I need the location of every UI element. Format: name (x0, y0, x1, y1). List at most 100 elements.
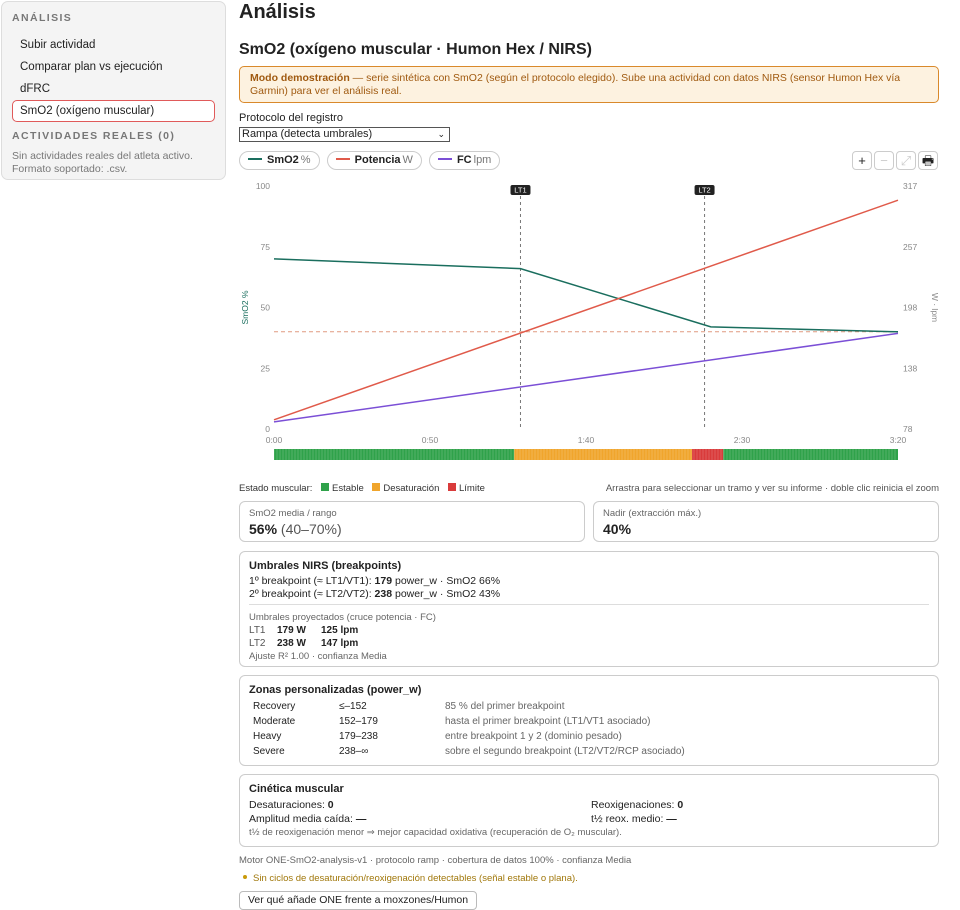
smo2-chart[interactable]: 100 75 50 25 0 317 257 198 138 78 0:00 0:50 1:40 2:30… (239, 172, 949, 472)
sidebar-item-upload-activity[interactable]: Subir actividad (12, 34, 215, 56)
y-left-tick-label: 100 (256, 181, 270, 191)
half-label: t½ reox. medio: (591, 813, 667, 825)
series-line-fc (273, 332, 899, 423)
hr-swatch (437, 158, 452, 161)
threshold-marker-label: LT2 (698, 186, 710, 195)
amp-label: Amplitud media caída: (249, 813, 356, 825)
bp2-suffix: power_w · SmO2 43% (392, 587, 501, 600)
zone-desc: entre breakpoint 1 y 2 (dominio pesado) (445, 731, 622, 742)
sidebar-item-smo2[interactable]: SmO2 (oxígeno muscular) (12, 100, 215, 122)
nadir-label: Nadir (extracción máx.) (603, 508, 702, 519)
kinetics-note: t½ de reoxigenación menor ⇒ mejor capaci… (249, 827, 622, 838)
y-right-tick-label: 257 (903, 242, 917, 252)
desaturations: Desaturaciones: 0 (249, 798, 334, 812)
zone-name: Heavy (253, 731, 282, 742)
reox-value: 0 (677, 799, 684, 811)
zone-row: Moderate 152–179 hasta el primer breakpoin… (249, 714, 929, 729)
zone-name: Recovery (253, 701, 296, 712)
chart-hint: Arrastra para seleccionar un tramo y ver… (605, 483, 939, 494)
lt2-name: LT2 (249, 638, 266, 649)
warning-text: Sin ciclos de desaturación/reoxigenación… (253, 873, 578, 884)
sidebar-item-dfrc[interactable]: dFRC (12, 78, 215, 100)
x-tick-label: 0:50 (422, 435, 439, 445)
mean-drop-amplitude: Amplitud media caída: — (249, 812, 366, 826)
zone-range: ≤–152 (339, 701, 367, 712)
threshold-marker-label: LT1 (514, 186, 526, 195)
zone-desc: hasta el primer breakpoint (LT1/VT1 asoc… (445, 716, 651, 727)
sidebar: ANÁLISIS Subir actividad Comparar plan v… (1, 1, 226, 180)
reset-zoom-button[interactable]: ⤢ (896, 151, 916, 170)
sidebar-real-activities-heading: ACTIVIDADES REALES (0) (12, 130, 176, 142)
demo-banner: Modo demostración — serie sintética con … (239, 66, 939, 103)
y-right-tick-label: 198 (903, 303, 917, 313)
status-stable-swatch (321, 483, 330, 492)
y-right-tick-label: 317 (903, 181, 917, 191)
kinetics-title: Cinética muscular (249, 783, 344, 795)
engine-info: Motor ONE-SmO2-analysis-v1 · protocolo r… (239, 855, 632, 866)
legend-toggle-smo2[interactable]: SmO2% (239, 151, 320, 170)
zoom-in-button[interactable]: + (852, 151, 872, 170)
chevron-down-icon: ⌄ (437, 129, 445, 139)
legend-toggle-power[interactable]: Potencia W (326, 151, 422, 170)
kinetics-grid: Desaturaciones: 0 Reoxigenaciones: 0 Amp… (249, 798, 929, 826)
lt2-hr: 147 lpm (321, 638, 359, 649)
power-swatch (335, 158, 350, 161)
nadir-card: Nadir (extracción máx.) 40% (593, 501, 939, 542)
x-tick-label: 2:30 (734, 435, 751, 445)
zone-desc: sobre el segundo breakpoint (LT2/VT2/RCP… (445, 746, 685, 757)
y-left-tick-label: 0 (265, 424, 270, 434)
breakpoint-1: 1º breakpoint (≈ LT1/VT1): 179 power_w ·… (249, 575, 929, 588)
warning-line: Sin ciclos de desaturación/reoxigenación… (243, 873, 578, 884)
half-value: — (666, 813, 677, 825)
page-title: Análisis (239, 1, 316, 23)
legend-hr-unit: lpm (473, 154, 492, 166)
bp1-suffix: power_w · SmO2 66% (392, 575, 501, 587)
thresholds-title: Umbrales NIRS (breakpoints) (249, 560, 402, 572)
chart-toolbar: + − ⤢ 🖶 (850, 151, 938, 170)
warning-bullet-icon (243, 875, 247, 880)
fit-info: Ajuste R² 1.00 · confianza Media (249, 651, 387, 662)
x-tick-label: 1:40 (578, 435, 595, 445)
bp1-value: 179 (374, 575, 393, 587)
lt1-power: 179 W (277, 625, 306, 636)
lt1-name: LT1 (249, 625, 266, 636)
y-right-tick-label: 78 (903, 424, 913, 434)
legend-toggle-hr[interactable]: FC lpm (428, 151, 501, 170)
zone-range: 238–∞ (339, 746, 369, 757)
amp-value: — (355, 813, 367, 825)
print-icon[interactable]: 🖶 (918, 151, 938, 170)
series-line-potencia (273, 199, 899, 421)
lt1-row: LT1 179 W 125 lpm (249, 624, 929, 637)
nadir-value: 40% (603, 521, 632, 537)
sidebar-heading: ANÁLISIS (12, 12, 73, 24)
lt2-power: 238 W (277, 638, 306, 649)
zoom-out-button[interactable]: − (874, 151, 894, 170)
status-limit: Límite (459, 483, 485, 494)
desat-value: 0 (327, 799, 334, 811)
status-label: Estado muscular: (239, 483, 313, 494)
projected-thresholds-title: Umbrales proyectados (cruce potencia · F… (249, 612, 436, 623)
status-limit-swatch (448, 483, 456, 492)
y-left-tick-label: 75 (261, 242, 271, 252)
bp2-value: 238 (374, 587, 393, 600)
legend-power-name: Potencia (354, 154, 401, 166)
sidebar-item-compare-plan[interactable]: Comparar plan vs ejecución (12, 56, 215, 78)
main-content: Análisis SmO2 (oxígeno muscular · Humon … (239, 0, 939, 171)
y-right-tick-label: 138 (903, 363, 917, 373)
zone-name: Severe (253, 746, 285, 757)
why-one-button[interactable]: Ver qué añade ONE frente a moxzones/Humo… (239, 891, 478, 910)
nirs-thresholds-card: Umbrales NIRS (breakpoints) 1º breakpoin… (239, 551, 939, 667)
bp2-prefix: 2º breakpoint (≈ LT2/VT2): (249, 587, 375, 600)
legend-smo2-name: SmO2 (267, 154, 299, 166)
x-tick-label: 3:20 (890, 435, 907, 445)
divider (249, 604, 929, 605)
zone-row: Recovery ≤–152 85 % del primer breakpoint (249, 699, 929, 714)
zones-card: Zonas personalizadas (power_w) Recovery ≤… (239, 675, 939, 766)
zone-name: Moderate (253, 716, 296, 727)
zone-row: Severe 238–∞ sobre el segundo breakpoint (… (249, 744, 929, 759)
chart-svg[interactable]: 100 75 50 25 0 317 257 198 138 78 0:00 0:50 1:40 2:30… (239, 172, 949, 472)
smo2-mean-card: SmO2 media / rango 56% (40–70%) (239, 501, 585, 542)
smo2-swatch (248, 158, 262, 161)
protocol-select[interactable]: Rampa (detecta umbrales) ⌄ (239, 127, 450, 142)
protocol-label: Protocolo del registro (239, 112, 343, 124)
